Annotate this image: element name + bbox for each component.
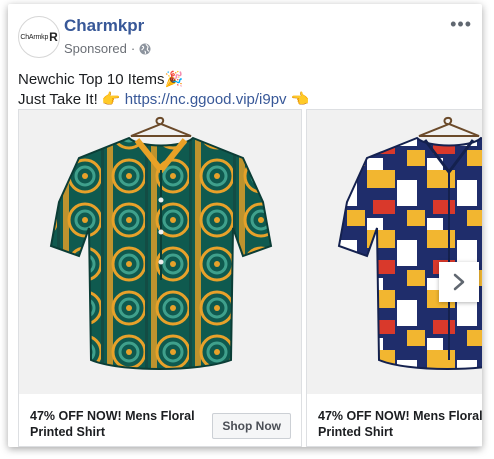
caption-prefix: Just Take It! 👉: [18, 91, 125, 108]
shop-now-button[interactable]: Shop Now: [212, 413, 291, 439]
product-title[interactable]: 47% OFF NOW! Mens Floral Printed Shirt: [30, 408, 210, 440]
more-options-button[interactable]: •••: [450, 14, 472, 35]
caption-line-1: Newchic Top 10 Items🎉: [18, 71, 184, 88]
caption-link[interactable]: https://nc.ggood.vip/i9pv: [125, 91, 287, 108]
chevron-right-icon: [453, 273, 465, 291]
product-carousel: 47% OFF NOW! Mens Floral Printed Shirt S…: [18, 109, 482, 447]
sponsored-label: Sponsored ·: [64, 41, 151, 56]
shirt-illustration: [337, 116, 482, 370]
page-avatar[interactable]: ChArmkp R: [18, 16, 60, 58]
sponsored-text[interactable]: Sponsored: [64, 41, 127, 56]
product-title[interactable]: 47% OFF NOW! Mens Floral Printed Shirt: [318, 408, 482, 440]
caption-suffix: 👈: [286, 91, 310, 108]
caption-line-2: Just Take It! 👉 https://nc.ggood.vip/i9p…: [18, 90, 309, 110]
globe-icon: [139, 43, 151, 54]
post-caption: Newchic Top 10 Items🎉 Just Take It! 👉 ht…: [18, 70, 309, 110]
product-image-colorblock-shirt[interactable]: [307, 110, 482, 394]
page-name-link[interactable]: Charmkpr: [64, 16, 144, 36]
separator-dot: ·: [130, 41, 136, 56]
avatar-text: ChArmkp: [20, 33, 49, 41]
shirt-illustration: [49, 116, 273, 370]
sponsored-post-card: ChArmkp R Charmkpr Sponsored · ••• Newchi…: [8, 4, 482, 447]
product-image-green-floral-shirt[interactable]: [19, 110, 301, 394]
carousel-item[interactable]: 47% OFF NOW! Mens Floral Printed Shirt S…: [18, 109, 302, 447]
avatar-letter: R: [49, 30, 58, 44]
carousel-next-button[interactable]: [439, 262, 479, 302]
